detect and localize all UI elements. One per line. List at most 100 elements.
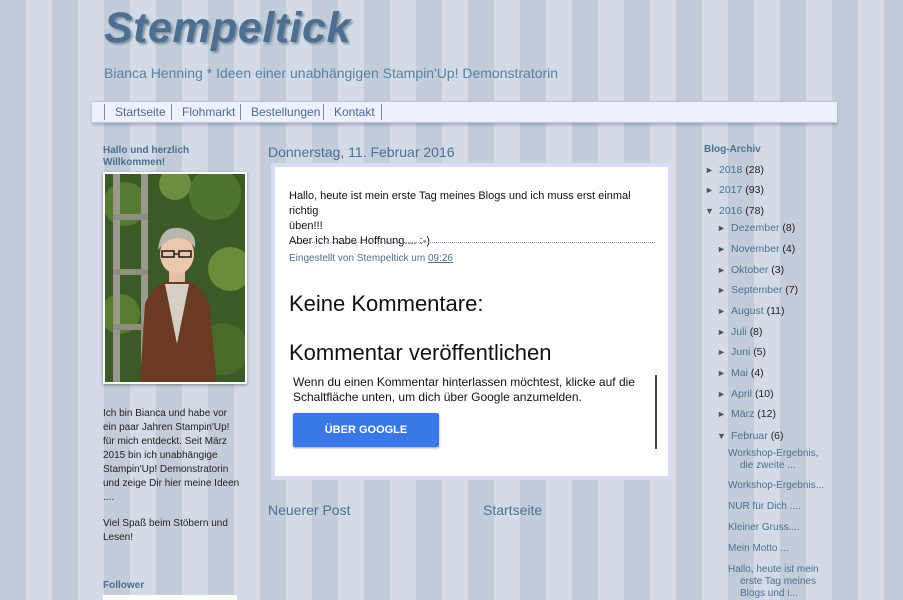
archive-count: (7)	[785, 284, 799, 296]
archive-count: (8)	[749, 326, 763, 338]
archive-post-link[interactable]: Kleiner Gruss....	[728, 522, 828, 534]
archive-month-september[interactable]: ► September (7)	[717, 284, 798, 296]
archive-count: (4)	[750, 367, 764, 379]
archive-post-line[interactable]: NUR für Dich ....	[728, 501, 828, 513]
archive-title: Blog-Archiv	[704, 144, 761, 155]
archive-post-link[interactable]: Workshop-Ergebnis...	[728, 480, 828, 492]
about-line: ein paar Jahren Stampin'Up!	[103, 422, 230, 433]
welcome-title: Hallo und herzlich Willkommen!	[103, 145, 190, 168]
archive-month-label[interactable]: Mai	[731, 367, 748, 379]
collapse-arrow-icon[interactable]: ▼	[705, 206, 719, 216]
expand-arrow-icon[interactable]: ►	[717, 347, 731, 357]
blog-post: Hallo, heute ist mein erste Tag meines B…	[271, 163, 672, 480]
archive-month-label[interactable]: März	[731, 408, 754, 420]
expand-arrow-icon[interactable]: ►	[717, 389, 731, 399]
archive-month-oktober[interactable]: ► Oktober (3)	[717, 264, 784, 276]
about-line: und zeige Dir hier meine Ideen	[103, 478, 240, 489]
tab-flohmarkt[interactable]: Flohmarkt	[171, 104, 245, 120]
expand-arrow-icon[interactable]: ►	[705, 165, 719, 175]
archive-count: (8)	[782, 222, 796, 234]
archive-month-dezember[interactable]: ► Dezember (8)	[717, 222, 795, 234]
about-line: Stampin'Up! Demonstratorin	[103, 464, 229, 475]
archive-year-label[interactable]: 2018	[719, 164, 742, 176]
collapse-arrow-icon[interactable]: ▼	[717, 431, 731, 441]
archive-post-line[interactable]: Workshop-Ergebnis,	[728, 448, 828, 460]
archive-month-label[interactable]: August	[731, 305, 764, 317]
follower-title: Follower	[103, 580, 145, 591]
archive-month-februar[interactable]: ▼ Februar (6)	[717, 430, 784, 442]
archive-count: (4)	[782, 243, 796, 255]
archive-month-juli[interactable]: ► Juli (8)	[717, 326, 763, 338]
archive-count: (3)	[771, 264, 785, 276]
expand-arrow-icon[interactable]: ►	[717, 327, 731, 337]
archive-month-label[interactable]: Oktober	[731, 264, 768, 276]
expand-arrow-icon[interactable]: ►	[705, 185, 719, 195]
archive-post-line[interactable]: Hallo, heute ist mein	[728, 564, 828, 576]
blog-description: Bianca Henning * Ideen einer unabhängige…	[104, 65, 559, 81]
archive-year-label[interactable]: 2017	[719, 184, 742, 196]
archive-month-label[interactable]: April	[731, 388, 752, 400]
archive-count: (10)	[754, 388, 774, 400]
archive-month-label[interactable]: Dezember	[731, 222, 779, 234]
archive-year-2018[interactable]: ► 2018 (28)	[705, 164, 764, 176]
archive-month-maerz[interactable]: ► März (12)	[717, 408, 776, 420]
expand-arrow-icon[interactable]: ►	[717, 368, 731, 378]
post-time-link[interactable]: 09:26	[428, 253, 453, 264]
archive-post-link[interactable]: NUR für Dich ....	[728, 501, 828, 513]
archive-month-mai[interactable]: ► Mai (4)	[717, 367, 764, 379]
archive-month-august[interactable]: ► August (11)	[717, 305, 785, 317]
no-comments-heading: Keine Kommentare:	[289, 291, 484, 316]
archive-post-line[interactable]: erste Tag meines	[728, 576, 828, 588]
tab-bestellungen[interactable]: Bestellungen	[240, 104, 330, 120]
archive-month-juni[interactable]: ► Juni (5)	[717, 346, 766, 358]
expand-arrow-icon[interactable]: ►	[717, 306, 731, 316]
archive-month-label[interactable]: Juni	[731, 346, 750, 358]
archive-year-2017[interactable]: ► 2017 (93)	[705, 184, 764, 196]
archive-post-line[interactable]: Blogs und i...	[728, 588, 828, 600]
archive-post-line[interactable]: Workshop-Ergebnis...	[728, 480, 828, 492]
blog-title[interactable]: Stempeltick	[104, 4, 351, 53]
archive-month-november[interactable]: ► November (4)	[717, 243, 795, 255]
archive-month-april[interactable]: ► April (10)	[717, 388, 774, 400]
home-link[interactable]: Startseite	[483, 502, 542, 518]
archive-post-link[interactable]: Hallo, heute ist mein erste Tag meines B…	[728, 564, 828, 600]
archive-month-label[interactable]: November	[731, 243, 779, 255]
expand-arrow-icon[interactable]: ►	[717, 223, 731, 233]
post-body-line: üben!!!	[289, 220, 323, 232]
expand-arrow-icon[interactable]: ►	[717, 265, 731, 275]
post-comment-heading: Kommentar veröffentlichen	[289, 340, 552, 365]
greeting-line: Viel Spaß beim Stöbern und	[103, 518, 228, 529]
archive-post-line[interactable]: Kleiner Gruss....	[728, 522, 828, 534]
post-body-line: Hallo, heute ist mein erste Tag meines B…	[289, 190, 631, 217]
comment-frame: Wenn du einen Kommentar hinterlassen möc…	[293, 375, 657, 470]
archive-count: (78)	[745, 205, 764, 217]
post-author-label: Eingestellt von Stempeltick um	[289, 253, 426, 264]
archive-count: (11)	[766, 305, 785, 317]
expand-arrow-icon[interactable]: ►	[717, 244, 731, 254]
archive-year-2016[interactable]: ▼ 2016 (78)	[705, 205, 764, 217]
google-sign-in-button[interactable]: ÜBER GOOGLE ANMELDEN	[293, 413, 439, 470]
archive-count: (6)	[770, 430, 784, 442]
archive-post-line[interactable]: Mein Motto ...	[728, 543, 828, 555]
archive-count: (28)	[745, 164, 764, 176]
about-line: Ich bin Bianca und habe vor	[103, 408, 227, 419]
greeting-line: Lesen!	[103, 532, 134, 543]
profile-photo	[103, 172, 247, 384]
archive-year-label[interactable]: 2016	[719, 205, 742, 217]
archive-post-link[interactable]: Workshop-Ergebnis, die zweite ...	[728, 448, 828, 472]
expand-arrow-icon[interactable]: ►	[717, 409, 731, 419]
navigation-bar: Startseite Flohmarkt Bestellungen Kontak…	[92, 101, 837, 123]
tab-kontakt[interactable]: Kontakt	[323, 104, 385, 120]
expand-arrow-icon[interactable]: ►	[717, 285, 731, 295]
post-footer: Eingestellt von Stempeltick um 09:26	[289, 253, 453, 264]
post-divider	[289, 242, 655, 243]
greeting-text: Viel Spaß beim Stöbern und Lesen!	[103, 517, 243, 545]
archive-post-line[interactable]: die zweite ...	[728, 460, 828, 472]
archive-post-link[interactable]: Mein Motto ...	[728, 543, 828, 555]
newer-post-link[interactable]: Neuerer Post	[268, 502, 350, 518]
archive-month-label[interactable]: September	[731, 284, 782, 296]
archive-month-label[interactable]: Februar	[731, 430, 768, 442]
tab-startseite[interactable]: Startseite	[104, 104, 176, 120]
follower-widget	[103, 595, 237, 600]
archive-month-label[interactable]: Juli	[731, 326, 747, 338]
